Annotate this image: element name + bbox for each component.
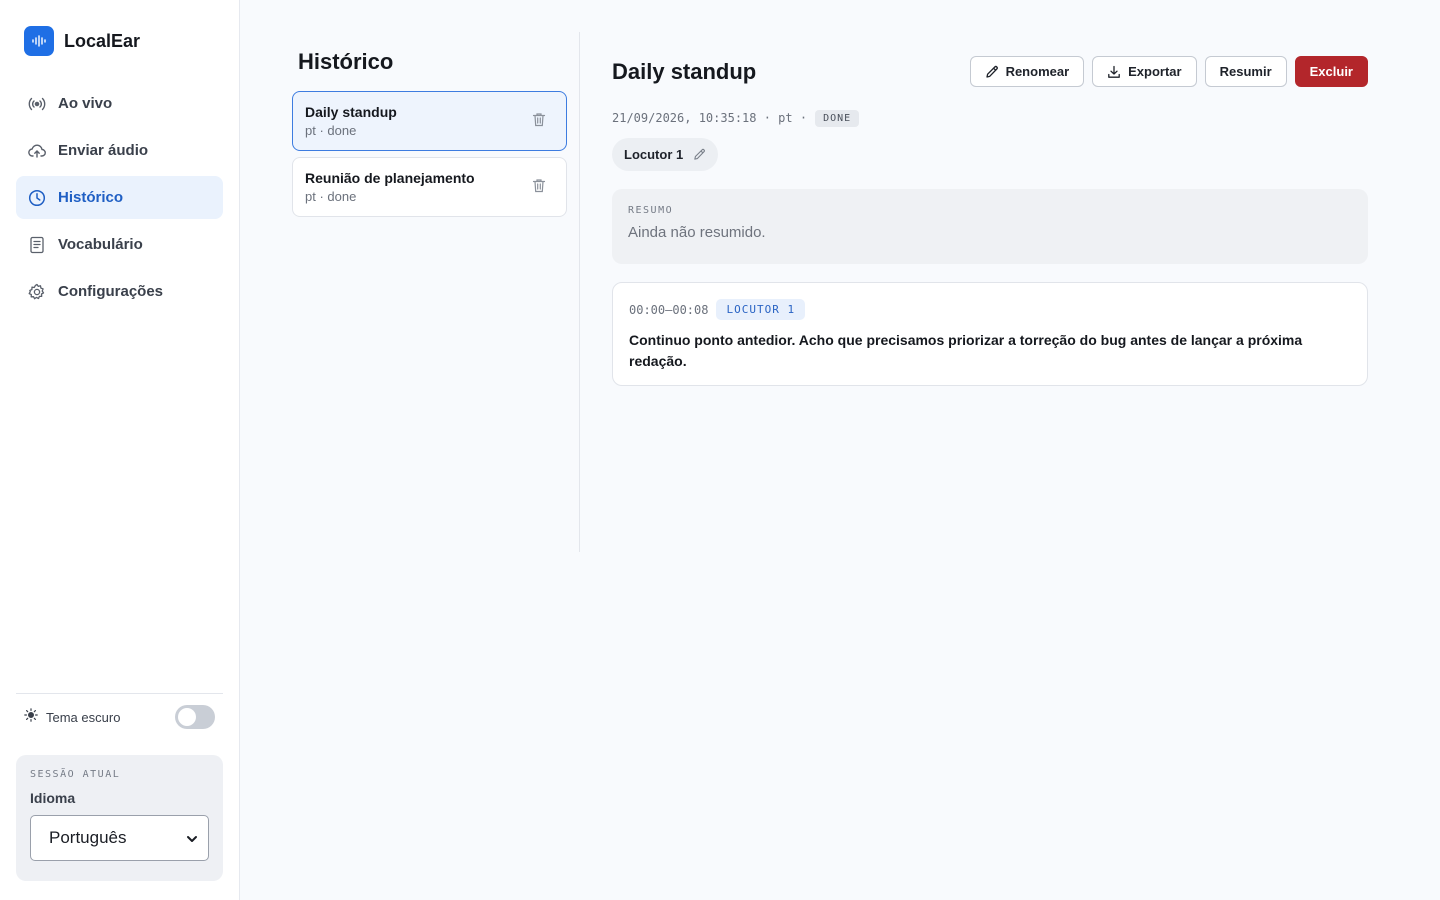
sun-icon — [24, 707, 38, 727]
history-column: Histórico Daily standup pt · done Reuniã… — [292, 32, 580, 552]
language-label: Idioma — [30, 790, 76, 806]
transcript-meta-text: 21/09/2026, 10:35:18 · pt · — [612, 111, 808, 125]
session-caption: SESSÃO ATUAL — [30, 769, 121, 780]
nav-label: Histórico — [58, 189, 124, 206]
nav-item-configuracoes[interactable]: Configurações — [16, 270, 223, 313]
summarize-label: Resumir — [1219, 64, 1272, 79]
history-item[interactable]: Daily standup pt · done — [292, 91, 567, 151]
history-title: Histórico — [298, 49, 394, 74]
dark-theme-toggle[interactable] — [175, 705, 215, 729]
transcript-segment: 00:00–00:08 LOCUTOR 1 Continuo ponto ant… — [612, 282, 1368, 386]
theme-label: Tema escuro — [46, 709, 121, 725]
language-select[interactable]: Português — [30, 815, 209, 861]
history-item-title: Reunião de planejamento — [305, 170, 475, 186]
delete-label: Excluir — [1309, 64, 1353, 79]
history-item-title: Daily standup — [305, 104, 397, 120]
summarize-button[interactable]: Resumir — [1204, 56, 1287, 87]
book-list-icon — [28, 236, 46, 254]
rename-button[interactable]: Renomear — [969, 56, 1085, 87]
clock-icon — [28, 189, 46, 207]
nav-label: Ao vivo — [58, 95, 113, 112]
nav-item-vocabulario[interactable]: Vocabulário — [16, 223, 223, 266]
page-title: Daily standup — [612, 58, 757, 84]
app-name: LocalEar — [64, 30, 141, 51]
main-nav: Ao vivo Enviar áudio Histórico Vocabulár… — [16, 82, 223, 313]
summary-text: Ainda não resumido. — [628, 224, 766, 241]
nav-label: Enviar áudio — [58, 142, 149, 159]
export-button[interactable]: Exportar — [1092, 56, 1197, 87]
download-icon — [1107, 65, 1121, 79]
segment-time: 00:00–00:08 — [629, 302, 709, 317]
brand: LocalEar — [16, 0, 223, 82]
speaker-chip[interactable]: Locutor 1 — [612, 138, 719, 171]
rename-label: Renomear — [1005, 64, 1070, 79]
toggle-knob — [178, 708, 196, 726]
sidebar-bottom: Tema escuro SESSÃO ATUAL Idioma Portuguê… — [16, 693, 223, 881]
history-item[interactable]: Reunião de planejamento pt · done — [292, 157, 567, 217]
chevron-down-icon — [186, 828, 198, 848]
segment-speaker-badge: LOCUTOR 1 — [716, 299, 806, 320]
segment-text: Continuo ponto antedior. Acho que precis… — [629, 332, 1303, 369]
waveform-icon — [24, 26, 54, 56]
summary-box: RESUMO Ainda não resumido. — [612, 189, 1368, 264]
segment-header: 00:00–00:08 LOCUTOR 1 — [629, 299, 1351, 320]
nav-item-historico[interactable]: Histórico — [16, 176, 223, 219]
gear-icon — [28, 283, 46, 301]
transcript-detail: Daily standup Renomear Exportar Resumir … — [612, 56, 1368, 386]
history-item-meta: pt · done — [305, 123, 357, 138]
status-badge: DONE — [815, 109, 860, 127]
language-value: Português — [49, 828, 127, 847]
nav-item-enviar-audio[interactable]: Enviar áudio — [16, 129, 223, 172]
nav-item-ao-vivo[interactable]: Ao vivo — [16, 82, 223, 125]
cloud-upload-icon — [28, 142, 46, 160]
theme-row: Tema escuro — [16, 694, 223, 740]
detail-header: Daily standup Renomear Exportar Resumir … — [612, 56, 1368, 87]
pencil-icon — [985, 65, 999, 79]
speaker-chip-label: Locutor 1 — [624, 147, 684, 162]
transcript-meta: 21/09/2026, 10:35:18 · pt · DONE — [612, 107, 1368, 129]
export-label: Exportar — [1128, 64, 1182, 79]
trash-icon[interactable] — [530, 176, 548, 194]
pencil-icon[interactable] — [693, 148, 706, 161]
delete-button[interactable]: Excluir — [1294, 56, 1368, 87]
trash-icon[interactable] — [530, 110, 548, 128]
sidebar: LocalEar Ao vivo Enviar áudio Histórico — [0, 0, 240, 900]
history-item-meta: pt · done — [305, 189, 357, 204]
nav-label: Vocabulário — [58, 236, 143, 253]
nav-label: Configurações — [58, 283, 164, 300]
session-card: SESSÃO ATUAL Idioma Português — [16, 755, 223, 881]
broadcast-icon — [28, 95, 46, 113]
summary-caption: RESUMO — [628, 205, 674, 216]
